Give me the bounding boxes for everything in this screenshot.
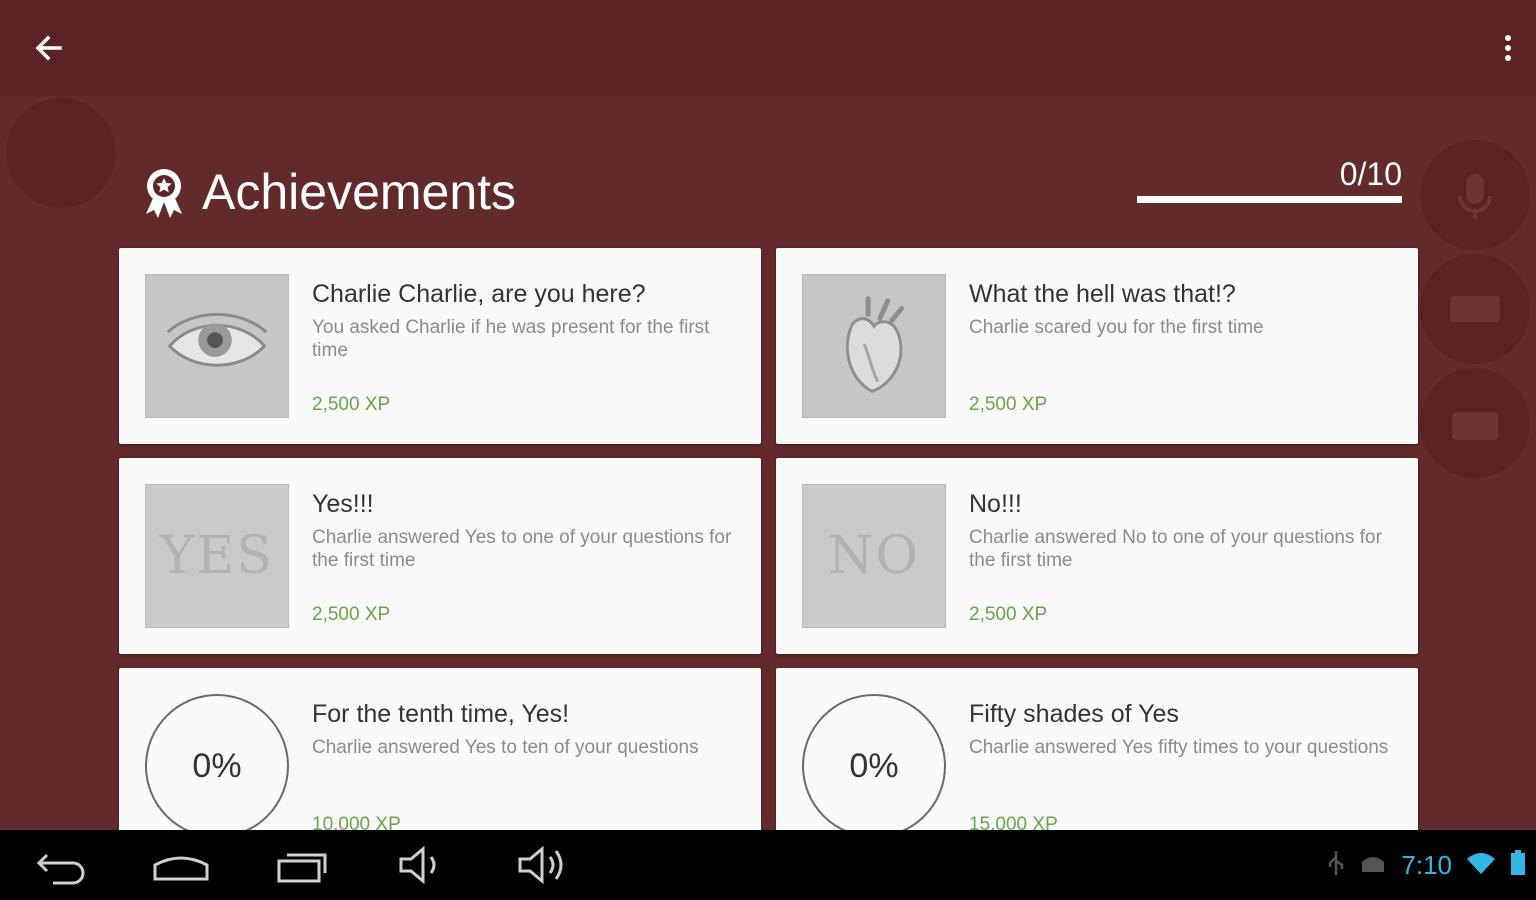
achievement-progress-ring: 0%	[145, 694, 289, 838]
achievement-card[interactable]: YES Yes!!! Charlie answered Yes to one o…	[119, 458, 761, 654]
achievement-xp: 2,500 XP	[969, 394, 1048, 415]
achievement-title: No!!!	[969, 490, 1022, 518]
clock: 7:10	[1401, 849, 1452, 880]
no-icon-text: NO	[827, 526, 921, 586]
achievement-description: You asked Charlie if he was present for …	[312, 317, 710, 361]
achievement-description: Charlie scared you for the first time	[969, 317, 1264, 338]
achievement-xp: 2,500 XP	[312, 394, 391, 415]
charlie-avatar	[6, 98, 116, 208]
home-nav-icon[interactable]	[150, 840, 212, 890]
achievement-description: Charlie answered Yes to one of your ques…	[312, 527, 732, 571]
camera-button	[1420, 368, 1530, 478]
achievement-progress-ring: 0%	[802, 694, 946, 838]
achievement-card[interactable]: What the hell was that!? Charlie scared …	[776, 248, 1418, 444]
achievement-title: What the hell was that!?	[969, 280, 1236, 308]
no-icon: NO	[802, 484, 946, 628]
achievements-title: Achievements	[202, 164, 517, 220]
achievement-title: Fifty shades of Yes	[969, 700, 1179, 728]
usb-icon	[1327, 849, 1345, 882]
achievements-progress-label: 0/10	[1339, 156, 1402, 192]
system-navigation-bar: 7:10	[0, 830, 1536, 900]
heart-icon	[802, 274, 946, 418]
eye-icon	[145, 274, 289, 418]
battery-icon	[1510, 849, 1526, 881]
wifi-icon	[1466, 851, 1496, 880]
achievement-xp: 2,500 XP	[312, 604, 391, 625]
overflow-menu-icon[interactable]	[1498, 30, 1518, 66]
yes-icon: YES	[145, 484, 289, 628]
android-debug-icon	[1359, 852, 1387, 879]
app-bar	[0, 0, 1536, 96]
achievement-title: Charlie Charlie, are you here?	[312, 280, 646, 308]
achievement-medal-icon	[140, 166, 188, 218]
back-nav-icon[interactable]	[30, 840, 92, 890]
arrow-back-icon[interactable]	[30, 30, 66, 66]
achievement-xp: 2,500 XP	[969, 604, 1048, 625]
volume-up-icon[interactable]	[512, 840, 572, 890]
achievements-progress-fill	[1137, 196, 1402, 203]
volume-down-icon[interactable]	[392, 840, 448, 890]
keyboard-button	[1420, 254, 1530, 364]
yes-icon-text: YES	[160, 526, 274, 586]
achievement-title: For the tenth time, Yes!	[312, 700, 570, 728]
status-area: 7:10	[1327, 830, 1526, 900]
achievement-title: Yes!!!	[312, 490, 374, 518]
achievements-progress-bar	[1137, 196, 1402, 203]
achievement-description: Charlie answered Yes fifty times to your…	[969, 737, 1389, 758]
microphone-button	[1420, 140, 1530, 250]
achievement-card[interactable]: NO No!!! Charlie answered No to one of y…	[776, 458, 1418, 654]
achievements-header: Achievements	[140, 160, 516, 224]
achievement-description: Charlie answered No to one of your quest…	[969, 527, 1382, 571]
achievement-description: Charlie answered Yes to ten of your ques…	[312, 737, 699, 758]
recent-apps-icon[interactable]	[272, 840, 334, 890]
achievement-card[interactable]: Charlie Charlie, are you here? You asked…	[119, 248, 761, 444]
